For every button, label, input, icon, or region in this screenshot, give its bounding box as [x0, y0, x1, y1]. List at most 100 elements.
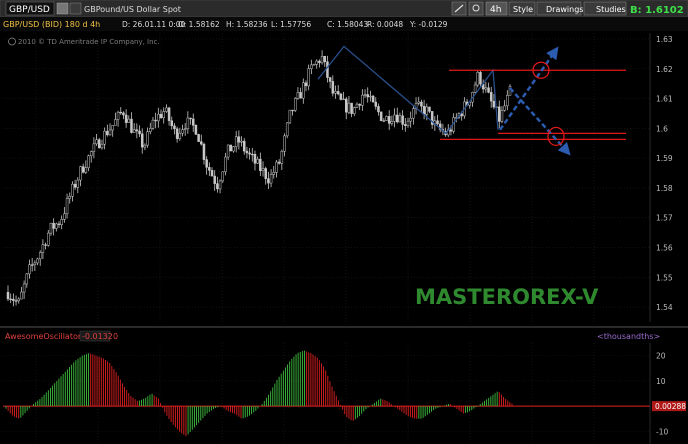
candle-body — [296, 92, 300, 99]
candle-body — [487, 87, 490, 93]
candle-body — [449, 129, 453, 132]
candle-body — [162, 111, 165, 119]
candle-body — [232, 146, 235, 152]
candle-body — [143, 144, 147, 148]
price-tick-label: 1.57 — [656, 214, 673, 223]
candle-body — [22, 283, 26, 293]
candle-body — [71, 183, 74, 197]
candle-body — [9, 298, 12, 300]
candle-body — [49, 222, 53, 234]
price-tick-label: 1.54 — [656, 303, 673, 312]
candle-body — [277, 161, 281, 164]
candle-body — [347, 102, 351, 113]
candle-body — [28, 264, 31, 275]
candle-body — [210, 170, 214, 177]
candle-body — [328, 77, 332, 82]
ao-tick-label: -10 — [656, 427, 668, 436]
candle-body — [200, 141, 203, 145]
price-tick-label: 1.6 — [656, 124, 668, 133]
candle-body — [261, 168, 265, 171]
candle-body — [409, 117, 412, 122]
zoom-tool-icon[interactable] — [468, 1, 484, 16]
candle-body — [92, 143, 96, 152]
candle-body — [100, 143, 104, 149]
candle-body — [267, 178, 270, 184]
candle-body — [14, 300, 18, 302]
candle-body — [245, 150, 249, 154]
candle-body — [165, 107, 168, 112]
candle-body — [55, 223, 58, 229]
candle-body — [89, 151, 93, 157]
candle-body — [154, 119, 157, 122]
link-icon[interactable] — [69, 2, 82, 15]
candle-body — [489, 92, 493, 102]
candle-body — [216, 183, 219, 190]
oscillator-value: -0.0132 — [82, 332, 113, 341]
candle-body — [221, 171, 225, 182]
candle-body — [194, 125, 198, 135]
timeframe-text: 4h — [490, 5, 501, 15]
candle-body — [369, 95, 372, 98]
candle-body — [41, 244, 45, 253]
candle-body — [379, 111, 383, 121]
description-text: GBPound/US Dollar Spot — [84, 5, 181, 14]
candle-body — [500, 109, 504, 122]
candle-body — [484, 87, 488, 90]
candle-body — [248, 152, 251, 155]
candle-body — [412, 108, 415, 119]
candle-body — [68, 195, 71, 199]
candle-body — [234, 136, 238, 147]
candle-body — [506, 95, 509, 107]
candle-body — [251, 153, 254, 156]
studies-label: Studies — [596, 5, 626, 14]
candle-body — [226, 144, 230, 158]
candle-body — [312, 64, 316, 66]
candle-body — [140, 133, 144, 148]
candle-body — [387, 116, 391, 124]
candle-body — [272, 172, 276, 175]
candle-body — [65, 198, 69, 215]
candle-body — [355, 103, 359, 108]
info-field: L: 1.57756 — [271, 20, 311, 29]
trading-chart[interactable]: GBP/USD GBPound/US Dollar Spot 4h Style … — [0, 0, 688, 444]
candle-body — [181, 129, 184, 134]
candle-body — [218, 180, 222, 190]
candle-body — [30, 264, 34, 266]
lookup-button[interactable] — [56, 2, 69, 15]
candle-body — [291, 109, 294, 112]
candle-body — [52, 222, 55, 229]
candle-body — [363, 94, 367, 96]
candle-body — [334, 91, 337, 94]
candle-body — [390, 121, 394, 124]
candle-body — [124, 114, 128, 123]
ao-tick-label: 10 — [656, 377, 666, 386]
oscillator-extra: 0 — [113, 332, 118, 341]
candle-body — [122, 112, 125, 116]
candle-body — [259, 158, 262, 171]
candle-body — [401, 115, 404, 125]
candle-body — [275, 161, 278, 173]
info-field: R: 0.0048 — [367, 20, 403, 29]
candle-body — [159, 114, 163, 119]
candle-body — [60, 219, 63, 225]
candle-body — [366, 94, 369, 98]
candle-body — [420, 101, 423, 107]
candle-body — [38, 252, 42, 260]
candle-body — [84, 167, 88, 173]
candle-body — [361, 94, 364, 106]
candle-body — [79, 166, 82, 181]
candle-body — [95, 139, 98, 145]
candle-body — [406, 120, 410, 126]
watermark-text: MASTEROREX-V — [415, 285, 599, 309]
info-field: Y: -0.0129 — [409, 20, 448, 29]
candle-body — [331, 81, 335, 94]
candle-body — [81, 166, 85, 173]
candle-body — [358, 103, 361, 106]
candle-body — [393, 114, 396, 122]
candle-body — [417, 101, 420, 104]
candle-body — [106, 130, 109, 136]
price-tick-label: 1.61 — [656, 95, 673, 104]
candle-body — [138, 130, 141, 135]
candle-body — [256, 158, 259, 164]
candle-body — [76, 179, 80, 188]
